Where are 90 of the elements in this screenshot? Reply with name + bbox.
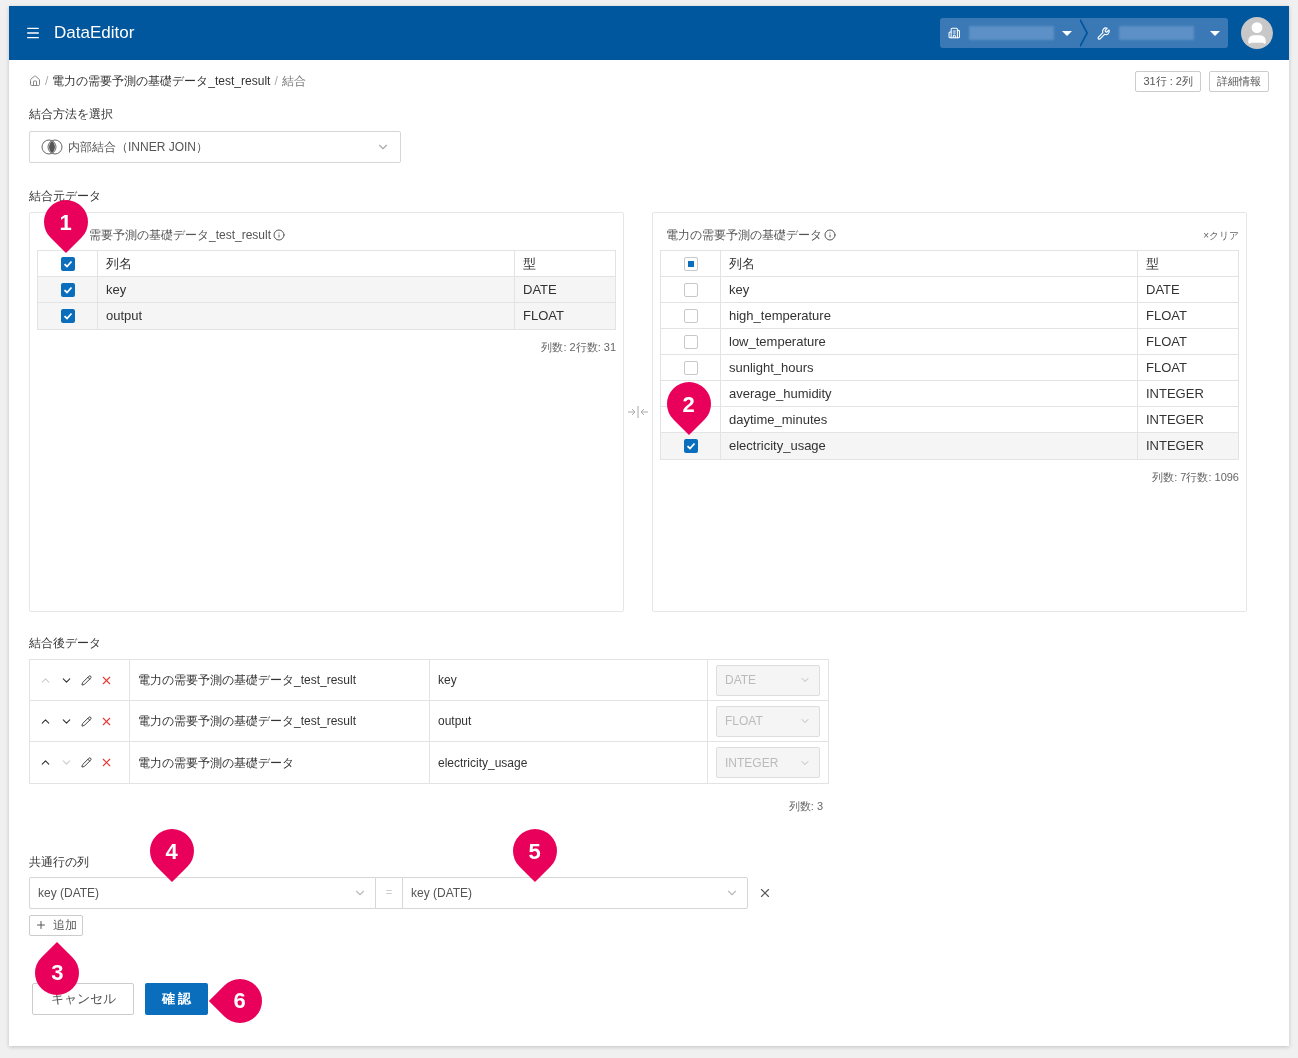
- column-header: 型: [1137, 251, 1238, 276]
- table-cell: key: [430, 660, 708, 700]
- table-cell: INTEGER: [1137, 407, 1238, 432]
- checkmark-icon: [685, 441, 696, 451]
- avatar[interactable]: [1241, 17, 1273, 49]
- menu-icon[interactable]: [25, 25, 41, 41]
- breadcrumb-separator: /: [274, 73, 278, 90]
- section-label: 結合後データ: [29, 635, 102, 652]
- indeterminate-icon: [687, 260, 694, 267]
- table-row[interactable]: sunlight_hours FLOAT: [661, 355, 1238, 381]
- table-cell-text: sunlight_hours: [728, 358, 815, 377]
- table-summary: 列数: 3: [788, 799, 824, 814]
- checkmark-icon: [62, 311, 73, 321]
- join-method-select[interactable]: 内部結合（INNER JOIN）: [29, 131, 401, 163]
- breadcrumb-link[interactable]: 電力の需要予測の基礎データ_test_result: [52, 72, 271, 90]
- checkbox[interactable]: [683, 256, 698, 271]
- table-cell: electricity_usage: [430, 742, 708, 783]
- table-title: 電力の需要予測の基礎データ: [666, 227, 822, 244]
- table-cell: FLOAT: [1137, 329, 1238, 354]
- checkbox[interactable]: [683, 360, 698, 375]
- caret-icon: [1062, 30, 1073, 36]
- building-icon: [948, 26, 961, 40]
- table-cell-text: daytime_minutes: [728, 410, 829, 429]
- table-cell: output: [430, 701, 708, 741]
- edit-icon[interactable]: [81, 757, 92, 768]
- breadcrumb-separator-icon: [1080, 18, 1090, 48]
- table-cell: DATE: [514, 277, 615, 302]
- merge-icon: [627, 406, 649, 418]
- table-cell: 電力の需要予測の基礎データ: [130, 742, 430, 783]
- table-cell: 電力の需要予測の基礎データ_test_result: [130, 701, 430, 741]
- table-summary: 列数: 2行数: 31: [541, 340, 616, 355]
- table-cell-text: key: [728, 280, 751, 299]
- add-button[interactable]: 追加: [29, 914, 83, 936]
- equals-sign: =: [376, 876, 402, 909]
- section-label: 結合方法を選択: [29, 106, 114, 123]
- table-cell-text: key: [105, 280, 128, 299]
- checkbox[interactable]: [683, 282, 698, 297]
- table-cell-text: output: [105, 307, 144, 326]
- checkbox[interactable]: [683, 439, 698, 453]
- checkbox[interactable]: [683, 334, 698, 349]
- app-title: DataEditor: [54, 22, 135, 45]
- breadcrumb-current: 結合: [281, 73, 306, 90]
- table-cell: 電力の需要予測の基礎データ_test_result: [130, 660, 430, 700]
- info-icon[interactable]: [824, 229, 836, 241]
- table-cell: FLOAT: [1137, 303, 1238, 328]
- checkmark-icon: [62, 258, 73, 269]
- checkbox[interactable]: [683, 308, 698, 323]
- checkbox[interactable]: [60, 282, 75, 297]
- venn-icon: [40, 139, 64, 155]
- table-cell: DATE: [1137, 277, 1238, 302]
- table-cell: FLOAT: [1137, 355, 1238, 380]
- confirm-button[interactable]: 確 認: [145, 982, 208, 1015]
- info-button[interactable]: 詳細情報: [1209, 70, 1269, 92]
- table-cell-text: low_temperature: [728, 332, 827, 351]
- table-title: 需要予測の基礎データ_test_result: [89, 227, 272, 244]
- table-cell: INTEGER: [1137, 433, 1238, 459]
- edit-icon[interactable]: [81, 674, 92, 686]
- table-row[interactable]: high_temperature FLOAT: [661, 303, 1238, 329]
- column-select[interactable]: key (DATE): [402, 876, 748, 909]
- plus-icon: [35, 919, 47, 931]
- section-label: 共通行の列: [29, 853, 90, 871]
- table-summary: 列数: 7行数: 1096: [1152, 470, 1239, 485]
- info-button[interactable]: 31行 : 2列: [1135, 70, 1201, 92]
- breadcrumb-separator: /: [45, 73, 49, 90]
- home-icon[interactable]: [29, 75, 41, 87]
- table-row[interactable]: electricity_usage INTEGER: [661, 433, 1238, 459]
- table-row[interactable]: key DATE: [38, 277, 615, 303]
- select-value: 内部結合（INNER JOIN）: [68, 139, 209, 156]
- table-cell: FLOAT: [514, 303, 615, 329]
- column-header: 列名: [105, 254, 133, 273]
- delete-icon[interactable]: [100, 756, 113, 769]
- checkbox[interactable]: [60, 309, 75, 323]
- table-cell-text: high_temperature: [728, 306, 832, 325]
- edit-icon[interactable]: [81, 715, 92, 727]
- table-cell-text: average_humidity: [728, 384, 833, 403]
- clear-button[interactable]: ×クリア: [1203, 227, 1239, 243]
- wrench-icon: [1097, 25, 1111, 41]
- checkmark-icon: [62, 284, 73, 295]
- caret-icon: [1210, 30, 1220, 36]
- table-cell-text: electricity_usage: [728, 437, 827, 456]
- table-row[interactable]: low_temperature FLOAT: [661, 329, 1238, 355]
- column-select[interactable]: key (DATE): [29, 876, 376, 909]
- section-label: 結合元データ: [29, 188, 102, 205]
- column-header: 列名: [728, 254, 756, 273]
- table-cell: INTEGER: [1137, 381, 1238, 406]
- info-icon[interactable]: [273, 229, 286, 241]
- table-row[interactable]: output FLOAT: [38, 303, 615, 329]
- column-header: 型: [514, 251, 615, 276]
- checkbox[interactable]: [60, 256, 75, 271]
- table-row[interactable]: key DATE: [661, 277, 1238, 303]
